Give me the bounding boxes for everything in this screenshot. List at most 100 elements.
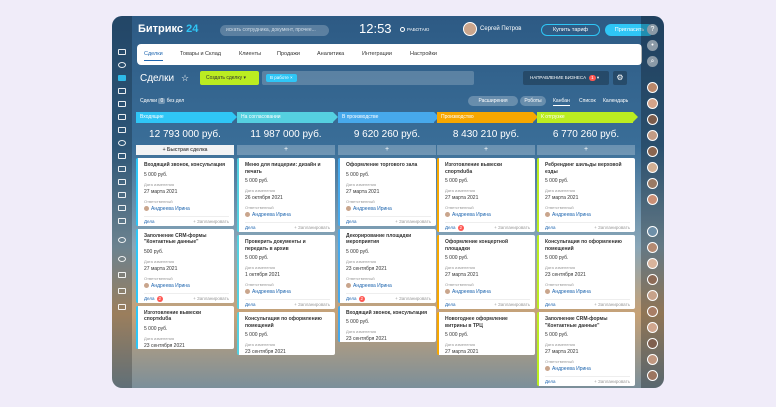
deal-card[interactable]: Изготовление вывески спорткluба 5 000 ру… — [136, 305, 234, 349]
tab-sales[interactable]: Продажи — [277, 51, 300, 57]
responsible-name[interactable]: Андреева Ирина — [545, 289, 630, 295]
avatar[interactable] — [647, 242, 658, 253]
help-icon[interactable]: ? — [647, 24, 658, 35]
deal-title[interactable]: Оформление концертной площадки — [445, 239, 530, 252]
avatar[interactable] — [647, 194, 658, 205]
avatar[interactable] — [647, 354, 658, 365]
tab-analytics[interactable]: Аналитика — [317, 51, 344, 57]
chat-icon[interactable] — [118, 114, 126, 120]
crm-icon[interactable] — [118, 75, 126, 81]
deal-card[interactable]: Заполнение CRM-формы "Контактные данные"… — [537, 312, 635, 386]
avatar[interactable] — [647, 226, 658, 237]
deal-card[interactable]: Входящий звонок, консультация 5 000 руб.… — [136, 158, 234, 226]
drive-icon[interactable] — [118, 127, 126, 133]
plan-link[interactable]: + Запланировать — [494, 223, 530, 232]
add-deal-button[interactable]: + — [338, 145, 436, 155]
avatar[interactable] — [647, 322, 658, 333]
deal-title[interactable]: Консультация по оформлению помещений — [545, 239, 630, 252]
filter-icon[interactable] — [118, 62, 126, 68]
quick-deal-button[interactable]: + Быстрая сделка — [136, 145, 234, 155]
deal-title[interactable]: Ребрендинг шильды верховой езды — [545, 162, 630, 175]
filter-chip[interactable]: В работе × — [266, 74, 297, 82]
logo[interactable]: Битрикс 24 — [138, 23, 198, 35]
plan-link[interactable]: + Запланировать — [395, 294, 431, 303]
plan-link[interactable]: + Запланировать — [294, 300, 330, 309]
deals-link[interactable]: Дела — [245, 225, 256, 230]
responsible-name[interactable]: Андреева Ирина — [144, 205, 229, 212]
add-deal-button[interactable]: + — [537, 145, 635, 155]
deal-title[interactable]: Меню для пиццерии: дизайн и печать — [245, 162, 330, 175]
view-kanban[interactable]: Канбан — [553, 98, 570, 106]
view-list[interactable]: Список — [579, 98, 596, 104]
add-deal-button[interactable]: + — [437, 145, 535, 155]
avatar[interactable] — [647, 130, 658, 141]
avatar[interactable] — [647, 98, 658, 109]
responsible-name[interactable]: Андреева Ирина — [245, 212, 330, 218]
mail-icon[interactable] — [118, 140, 126, 146]
plan-link[interactable]: + Запланировать — [294, 223, 330, 232]
help-icon[interactable] — [118, 256, 126, 262]
avatar[interactable] — [647, 306, 658, 317]
business-direction-button[interactable]: НАПРАВЛЕНИЕ БИЗНЕСА 1 ▾ — [523, 71, 609, 85]
plan-link[interactable]: + Запланировать — [494, 300, 530, 309]
deal-title[interactable]: Изготовление вывески спорткluба — [144, 310, 229, 323]
tasks-icon[interactable] — [118, 88, 126, 94]
filter-input[interactable]: В работе × — [262, 71, 474, 85]
settings-icon[interactable] — [118, 237, 126, 243]
deal-title[interactable]: Новогоднее оформление витрины в ТРЦ — [445, 316, 530, 329]
avatar[interactable] — [647, 258, 658, 269]
tab-settings[interactable]: Настройки — [410, 51, 437, 57]
star-icon[interactable]: ☆ — [181, 73, 189, 84]
deal-card[interactable]: Оформление концертной площадки 5 000 руб… — [437, 235, 535, 309]
deal-card[interactable]: Новогоднее оформление витрины в ТРЦ 5 00… — [437, 312, 535, 355]
deal-title[interactable]: Входящий звонок, консультация — [346, 310, 431, 317]
deal-title[interactable]: Оформление торгового зала — [346, 162, 431, 169]
deals-link[interactable]: Дела — [346, 296, 357, 301]
responsible-name[interactable]: Андреева Ирина — [346, 205, 431, 212]
extensions-button[interactable]: Расширения — [468, 96, 518, 106]
plan-link[interactable]: + Запланировать — [193, 294, 229, 303]
avatar[interactable] — [647, 370, 658, 381]
deal-card[interactable]: Ребрендинг шильды верховой езды 5 000 ру… — [537, 158, 635, 232]
contacts-icon[interactable] — [118, 153, 126, 159]
automation-icon[interactable] — [118, 205, 126, 211]
responsible-name[interactable]: Андреева Ирина — [445, 212, 530, 218]
deal-card[interactable]: Декорирование площадки мероприятия 5 000… — [338, 228, 436, 303]
deals-link[interactable]: Дела — [144, 219, 155, 224]
avatar[interactable] — [647, 178, 658, 189]
avatar[interactable] — [647, 274, 658, 285]
deal-card[interactable]: Меню для пиццерии: дизайн и печать 5 000… — [237, 158, 335, 232]
avatar[interactable] — [647, 82, 658, 93]
bell-icon[interactable]: • — [647, 40, 658, 51]
deal-title[interactable]: Входящий звонок, консультация — [144, 162, 229, 169]
deals-link[interactable]: Дела — [346, 219, 357, 224]
deal-title[interactable]: Декорирование площадки мероприятия — [346, 233, 431, 246]
responsible-name[interactable]: Андреева Ирина — [445, 289, 530, 295]
more-icon[interactable] — [118, 304, 126, 310]
view-calendar[interactable]: Календарь — [603, 98, 628, 104]
deal-card[interactable]: Заполнение CRM-формы "Контактные данные"… — [136, 228, 234, 303]
deal-card[interactable]: Консультация по оформлению помещений 5 0… — [537, 235, 635, 309]
deals-link[interactable]: Дела — [445, 302, 456, 307]
user-profile[interactable]: Сергей Петров — [463, 22, 521, 36]
deal-card[interactable]: Проверить документы и передать в архив 5… — [237, 235, 335, 309]
avatar[interactable] — [647, 162, 658, 173]
robots-button[interactable]: Роботы — [520, 96, 546, 106]
responsible-name[interactable]: Андреева Ирина — [545, 212, 630, 218]
add-deal-button[interactable]: + — [237, 145, 335, 155]
apps-icon[interactable] — [118, 272, 126, 278]
calendar-icon[interactable] — [118, 101, 126, 107]
plan-link[interactable]: + Запланировать — [594, 377, 630, 386]
deal-card[interactable]: Консультация по оформлению помещений 5 0… — [237, 312, 335, 355]
deal-title[interactable]: Проверить документы и передать в архив — [245, 239, 330, 252]
plan-link[interactable]: + Запланировать — [594, 223, 630, 232]
responsible-name[interactable]: Андреева Ирина — [144, 282, 229, 289]
reports-icon[interactable] — [118, 192, 126, 198]
buy-plan-button[interactable]: Купить тариф — [541, 24, 600, 36]
market-icon[interactable] — [118, 288, 126, 294]
column-header[interactable]: Входящие — [136, 112, 237, 123]
deals-link[interactable]: Дела — [545, 379, 556, 384]
deal-title[interactable]: Заполнение CRM-формы "Контактные данные" — [144, 233, 229, 246]
work-status[interactable]: РАБОТАЮ — [400, 27, 429, 33]
avatar[interactable] — [647, 114, 658, 125]
